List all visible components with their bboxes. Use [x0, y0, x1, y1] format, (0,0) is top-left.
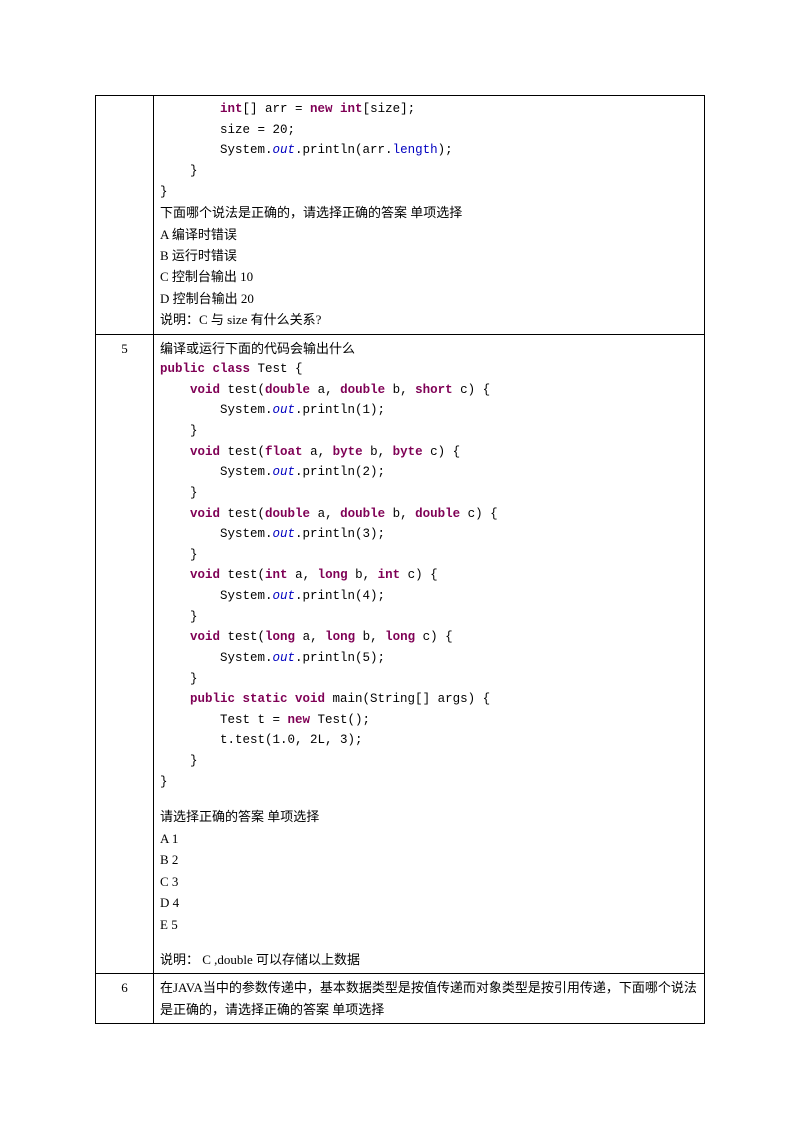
- option-d: D 4: [160, 892, 698, 913]
- option-c: C 控制台输出 10: [160, 266, 698, 287]
- question-intro: 在JAVA当中的参数传递中，基本数据类型是按值传递而对象类型是按引用传递，下面哪…: [160, 977, 698, 1020]
- option-a: A 编译时错误: [160, 224, 698, 245]
- spacer: [160, 792, 698, 806]
- code-block: int[] arr = new int[size]; size = 20; Sy…: [160, 99, 698, 202]
- table-row: 6 在JAVA当中的参数传递中，基本数据类型是按值传递而对象类型是按引用传递，下…: [96, 974, 705, 1024]
- question-intro: 编译或运行下面的代码会输出什么: [160, 338, 698, 359]
- explanation: 说明： C ,double 可以存储以上数据: [160, 949, 698, 970]
- questions-table: int[] arr = new int[size]; size = 20; Sy…: [95, 95, 705, 1024]
- table-row: 5 编译或运行下面的代码会输出什么 public class Test { vo…: [96, 334, 705, 974]
- option-c: C 3: [160, 871, 698, 892]
- option-b: B 运行时错误: [160, 245, 698, 266]
- option-b: B 2: [160, 849, 698, 870]
- question-cell: 在JAVA当中的参数传递中，基本数据类型是按值传递而对象类型是按引用传递，下面哪…: [154, 974, 705, 1024]
- question-number: 6: [96, 974, 154, 1024]
- question-cell: 编译或运行下面的代码会输出什么 public class Test { void…: [154, 334, 705, 974]
- explanation: 说明：C 与 size 有什么关系?: [160, 309, 698, 330]
- question-number: [96, 96, 154, 335]
- table-row: int[] arr = new int[size]; size = 20; Sy…: [96, 96, 705, 335]
- question-prompt: 请选择正确的答案 单项选择: [160, 806, 698, 827]
- option-e: E 5: [160, 914, 698, 935]
- spacer: [160, 935, 698, 949]
- question-prompt: 下面哪个说法是正确的，请选择正确的答案 单项选择: [160, 202, 698, 223]
- code-block: public class Test { void test(double a, …: [160, 359, 698, 792]
- option-a: A 1: [160, 828, 698, 849]
- document-page: int[] arr = new int[size]; size = 20; Sy…: [0, 0, 800, 1132]
- question-number: 5: [96, 334, 154, 974]
- option-d: D 控制台输出 20: [160, 288, 698, 309]
- question-cell: int[] arr = new int[size]; size = 20; Sy…: [154, 96, 705, 335]
